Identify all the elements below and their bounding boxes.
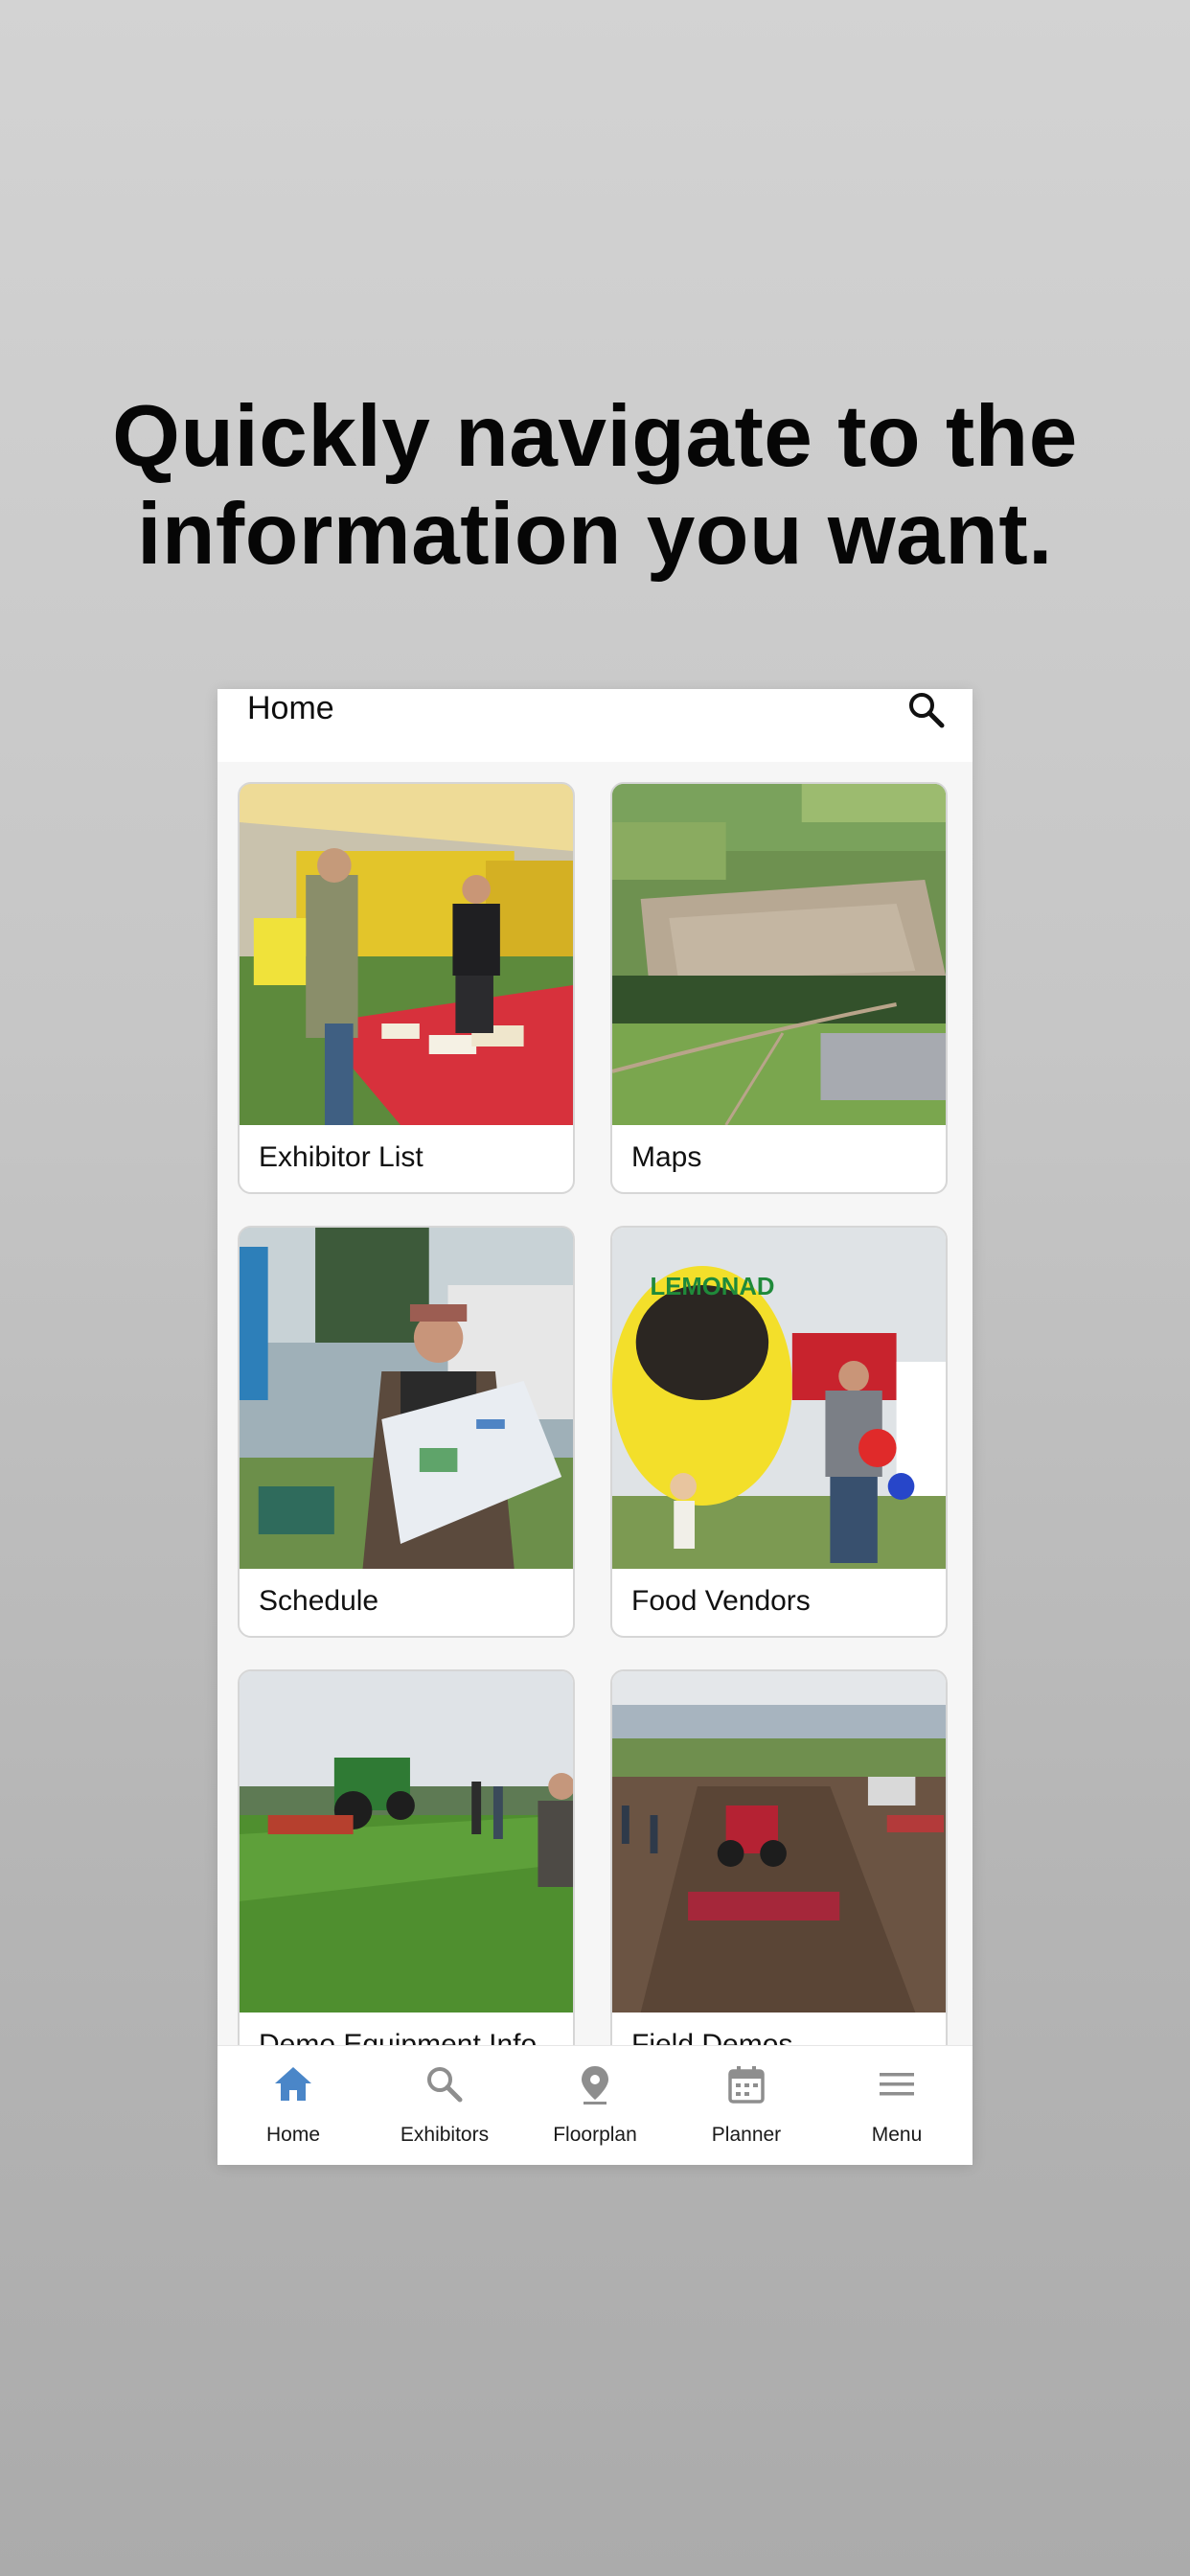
tile-label: Schedule xyxy=(259,1585,379,1617)
search-icon xyxy=(427,2067,463,2103)
headline-line-1: Quickly navigate to the xyxy=(112,388,1078,485)
tile-exhibitor-list[interactable]: Exhibitor List xyxy=(238,782,575,1194)
tab-label: Exhibitors xyxy=(400,2124,490,2146)
calendar-icon xyxy=(728,2066,765,2104)
tile-label: Food Vendors xyxy=(631,1585,811,1617)
menu-icon xyxy=(880,2073,914,2096)
tile-field-demos[interactable]: Field Demos xyxy=(610,1669,948,2082)
man-reading-map-photo xyxy=(240,1228,573,1569)
svg-text:LEMONAD: LEMONAD xyxy=(651,1274,775,1300)
home-icon xyxy=(275,2067,311,2101)
search-button[interactable] xyxy=(905,689,948,731)
tile-label: Maps xyxy=(631,1141,702,1173)
tab-planner[interactable]: Planner xyxy=(671,2046,822,2165)
tab-label: Planner xyxy=(711,2124,782,2146)
tab-menu[interactable]: Menu xyxy=(821,2046,973,2165)
marketing-headline: Quickly navigate to the information you … xyxy=(0,388,1190,584)
tab-exhibitors[interactable]: Exhibitors xyxy=(369,2046,520,2165)
bottom-tab-bar: Home Exhibitors Floorplan Planner Menu xyxy=(217,2045,973,2165)
tile-maps[interactable]: Maps xyxy=(610,782,948,1194)
headline-line-2: information you want. xyxy=(137,486,1053,583)
map-pin-icon xyxy=(582,2066,608,2104)
tab-label: Home xyxy=(265,2124,321,2146)
lemonade-stand-photo: LEMONAD xyxy=(612,1228,946,1569)
search-icon xyxy=(909,693,945,728)
aerial-showground-photo xyxy=(612,784,946,1125)
tractor-field-photo xyxy=(240,1671,573,2012)
field-demo-crowd-photo xyxy=(612,1671,946,2012)
tab-label: Menu xyxy=(871,2124,923,2146)
tab-label: Floorplan xyxy=(553,2124,637,2146)
tab-floorplan[interactable]: Floorplan xyxy=(519,2046,671,2165)
exhibitor-booth-photo xyxy=(240,784,573,1125)
app-screen: Home Exhibitor List Maps Schedule LEMONA… xyxy=(217,689,973,2165)
tile-demo-equipment-info[interactable]: Demo Equipment Info xyxy=(238,1669,575,2082)
tile-food-vendors[interactable]: LEMONAD Food Vendors xyxy=(610,1226,948,1638)
tab-home[interactable]: Home xyxy=(217,2046,369,2165)
tile-schedule[interactable]: Schedule xyxy=(238,1226,575,1638)
page-title: Home xyxy=(247,690,334,726)
app-header: Home xyxy=(217,689,973,762)
tile-label: Exhibitor List xyxy=(259,1141,423,1173)
